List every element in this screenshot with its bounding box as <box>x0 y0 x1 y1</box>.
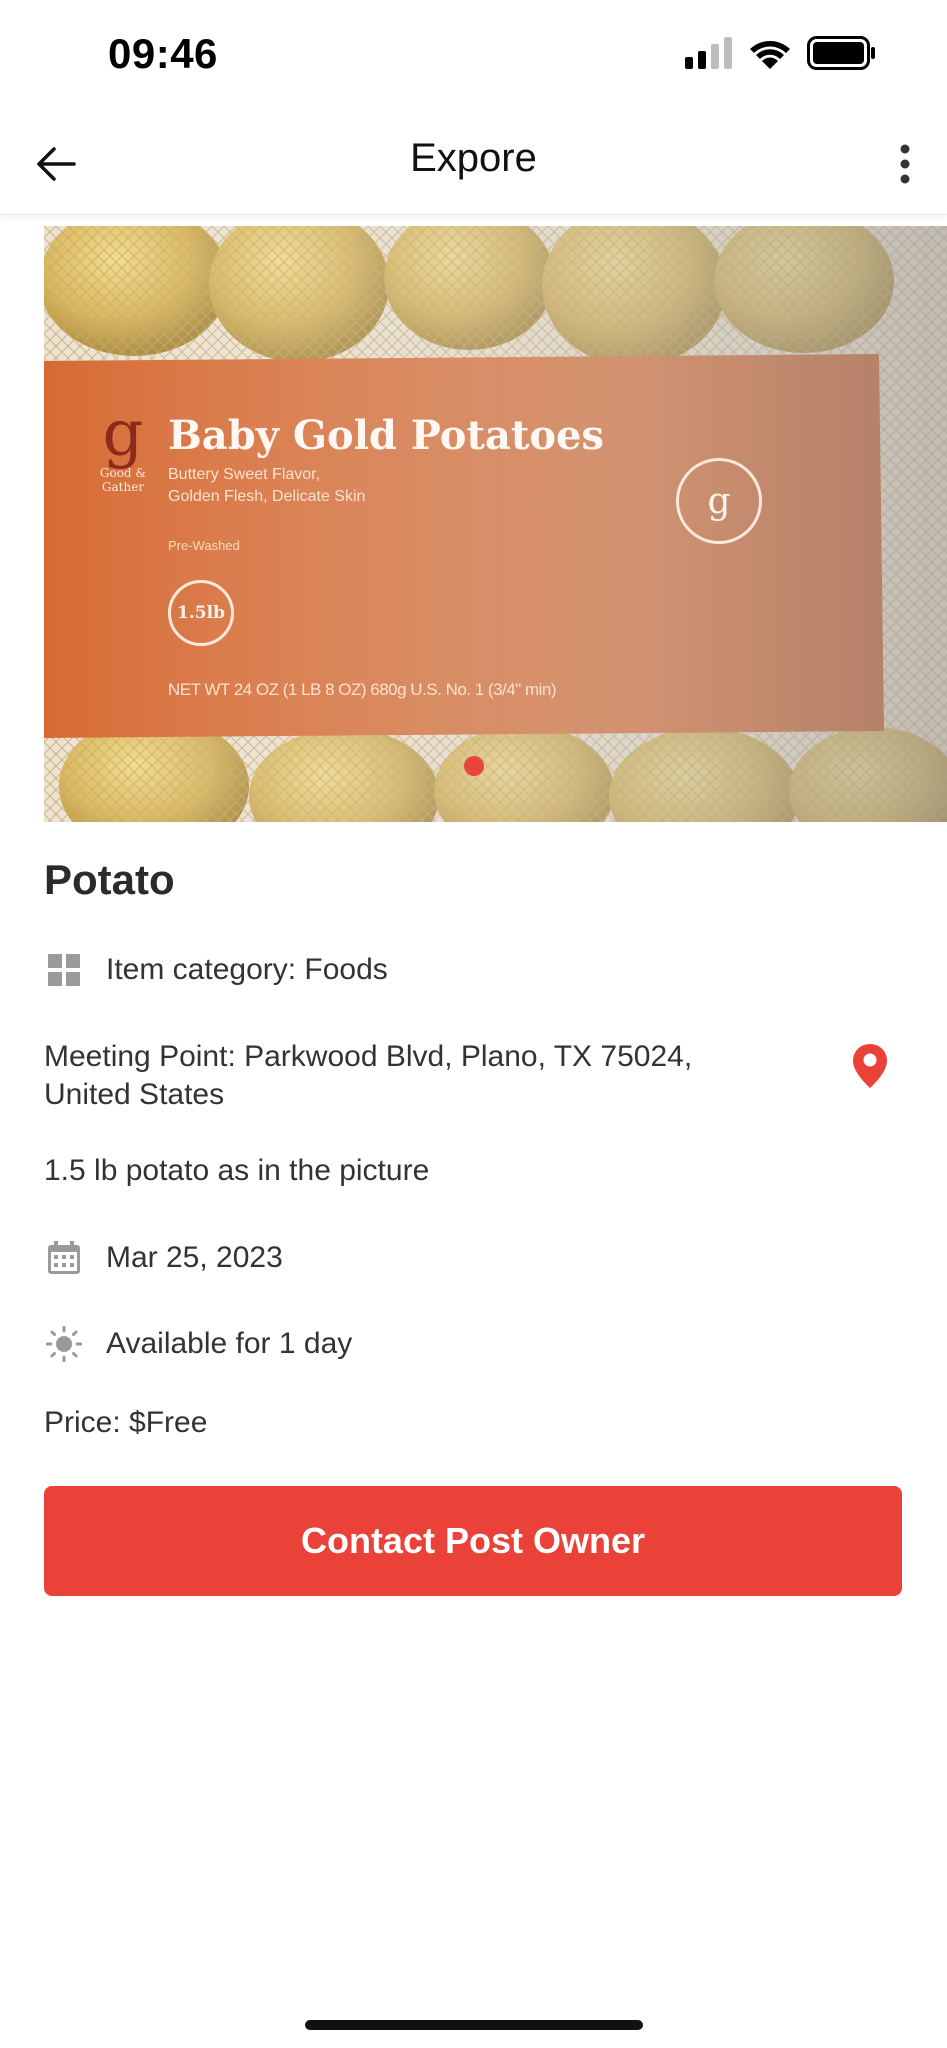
bag-product-name: Baby Gold Potatoes <box>168 412 604 459</box>
product-image-carousel[interactable]: g Good & Gather Baby Gold Potatoes Butte… <box>44 226 947 822</box>
meeting-point: Meeting Point: Parkwood Blvd, Plano, TX … <box>44 1040 693 1111</box>
status-time: 09:46 <box>108 30 218 77</box>
bag-seal-icon: g <box>676 458 762 544</box>
grid-icon <box>44 950 84 990</box>
home-indicator <box>305 2020 643 2030</box>
availability-row: Available for 1 day <box>44 1324 352 1364</box>
item-title: Potato <box>44 856 175 903</box>
carousel-page-indicator <box>464 756 484 776</box>
status-bar: 09:46 <box>0 0 947 110</box>
brand-logo: g Good & Gather <box>88 402 158 494</box>
bag-pre-washed: Pre-Washed <box>168 538 240 553</box>
brand-name: Good & Gather <box>99 466 147 494</box>
item-price: Price: $Free <box>44 1406 208 1439</box>
item-description: 1.5 lb potato as in the picture <box>44 1154 430 1187</box>
bag-net-weight: NET WT 24 OZ (1 LB 8 OZ) 680g U.S. No. 1… <box>168 680 557 699</box>
map-pin-icon[interactable] <box>850 1042 890 1090</box>
more-vertical-icon <box>900 144 910 184</box>
status-icons <box>683 36 877 70</box>
page-title: Expore <box>410 136 537 180</box>
category-label: Item category: Foods <box>106 953 388 986</box>
calendar-icon <box>44 1238 84 1278</box>
date-label: Mar 25, 2023 <box>106 1241 283 1274</box>
date-row: Mar 25, 2023 <box>44 1238 283 1278</box>
product-photo <box>44 226 947 822</box>
availability-label: Available for 1 day <box>106 1327 353 1360</box>
nav-bar: Expore <box>0 110 947 215</box>
battery-icon <box>807 36 875 70</box>
more-options-button[interactable] <box>885 138 925 190</box>
cellular-signal-icon <box>685 37 732 69</box>
bag-weight-badge: 1.5lb <box>168 580 234 646</box>
sun-icon <box>44 1324 84 1364</box>
contact-post-owner-button[interactable]: Contact Post Owner <box>44 1486 902 1596</box>
bag-tagline-2: Golden Flesh, Delicate Skin <box>168 488 366 505</box>
category-row: Item category: Foods <box>44 950 388 990</box>
bag-tagline-1: Buttery Sweet Flavor, <box>168 466 321 483</box>
wifi-icon <box>750 41 790 69</box>
